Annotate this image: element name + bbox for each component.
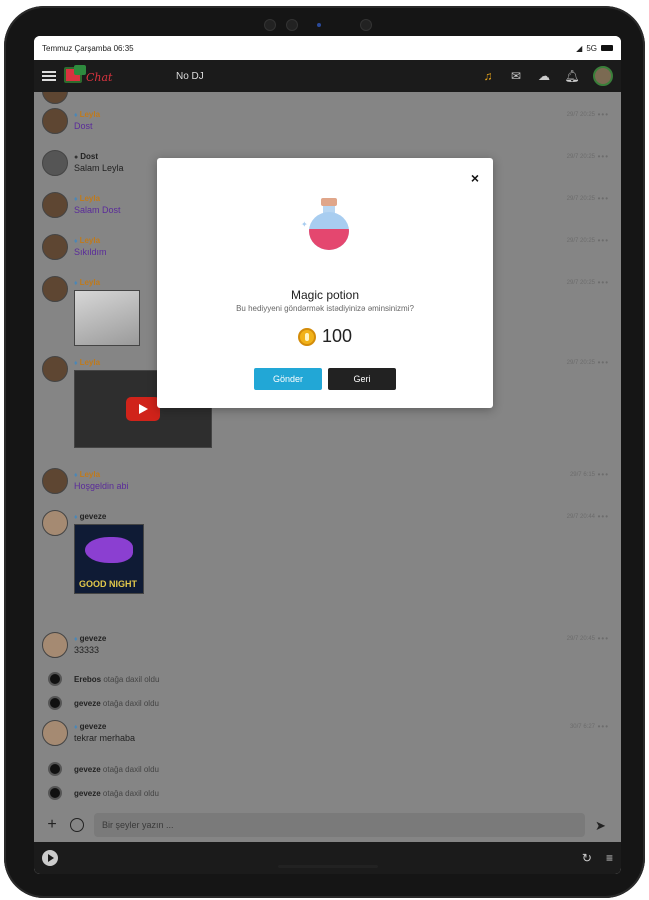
- price-row: 100: [157, 326, 493, 347]
- bell-icon[interactable]: 🔔︎: [564, 70, 579, 82]
- gift-modal: × ✦ Magic potion Bu hediyyeni göndərmək …: [157, 158, 493, 408]
- camera-bar: [264, 20, 385, 30]
- user-avatar[interactable]: [593, 66, 613, 86]
- tablet-frame: Temmuz Çarşamba 06:35 ◢ 5G Chat No DJ ♫ …: [4, 6, 645, 898]
- menu-icon[interactable]: [42, 71, 56, 81]
- wifi-icon: ◢: [576, 43, 583, 53]
- close-icon[interactable]: ×: [471, 170, 479, 186]
- dj-label: No DJ: [176, 70, 204, 82]
- modal-subtitle: Bu hediyyeni göndərmək istədiyinizə əmin…: [236, 304, 414, 313]
- modal-title: Magic potion: [290, 288, 360, 302]
- status-bar: Temmuz Çarşamba 06:35 ◢ 5G: [34, 36, 621, 60]
- music-icon[interactable]: ♫: [481, 70, 495, 82]
- play-icon[interactable]: [42, 850, 58, 866]
- modal-overlay[interactable]: × ✦ Magic potion Bu hediyyeni göndərmək …: [34, 92, 621, 842]
- camera-lens-icon: [316, 23, 321, 27]
- coin-icon: [297, 327, 316, 346]
- sensor-icon: [264, 20, 275, 30]
- modal-actions: Gönder Geri: [157, 368, 493, 390]
- gift-price: 100: [321, 326, 353, 346]
- logo-mark-accent: [74, 65, 86, 75]
- list-icon[interactable]: ≡: [606, 851, 613, 865]
- potion-icon: ✦: [301, 198, 353, 250]
- refresh-icon[interactable]: ↻: [582, 851, 592, 865]
- back-button[interactable]: Geri: [328, 368, 396, 390]
- mail-icon[interactable]: ✉: [509, 70, 523, 82]
- screen: Temmuz Çarşamba 06:35 ◢ 5G Chat No DJ ♫ …: [34, 36, 621, 874]
- add-friend-icon[interactable]: ☁: [537, 70, 551, 82]
- app-logo[interactable]: Chat: [64, 65, 112, 87]
- logo-text: Chat: [86, 71, 113, 84]
- sensor-icon: [360, 20, 371, 30]
- bottom-bar: ↻ ≡: [34, 842, 621, 874]
- battery-icon: [601, 45, 613, 51]
- home-indicator[interactable]: [277, 865, 378, 868]
- status-datetime: Temmuz Çarşamba 06:35: [42, 43, 134, 53]
- app-header: Chat No DJ ♫ ✉ ☁ 🔔︎: [34, 60, 621, 92]
- sensor-icon: [286, 20, 297, 30]
- network-label: 5G: [586, 43, 597, 53]
- send-button[interactable]: Gönder: [254, 368, 322, 390]
